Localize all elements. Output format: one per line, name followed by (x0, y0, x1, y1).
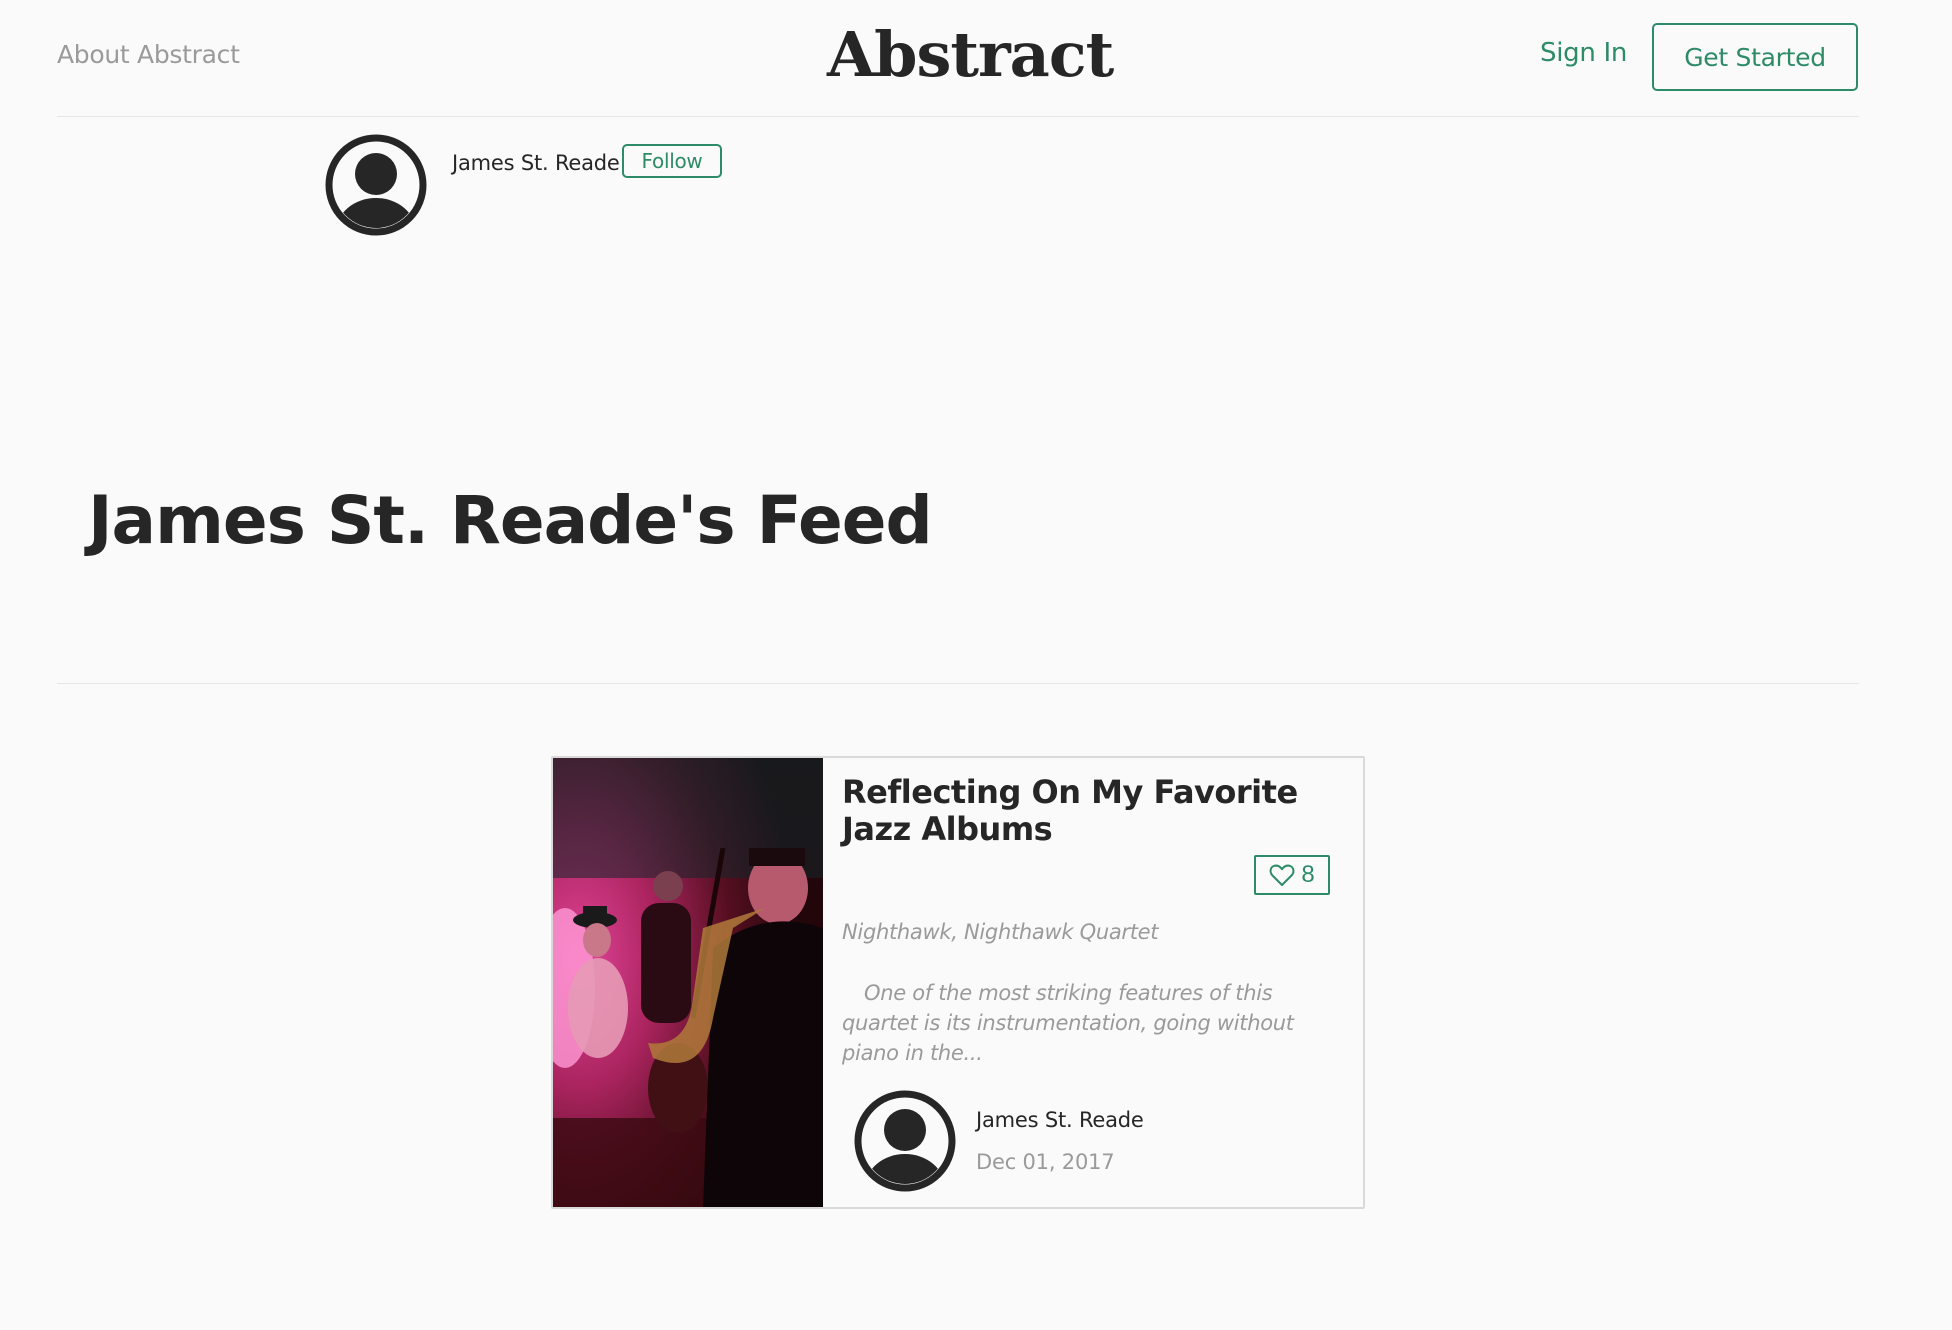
user-avatar-icon[interactable] (325, 134, 427, 236)
post-author-name[interactable]: James St. Reade (976, 1108, 1144, 1132)
post-title[interactable]: Reflecting On My Favorite Jazz Albums (842, 774, 1347, 848)
divider (57, 683, 1859, 684)
about-link[interactable]: About Abstract (57, 40, 240, 69)
user-avatar-icon[interactable] (854, 1090, 956, 1192)
page-title: James St. Reade's Feed (88, 482, 933, 559)
like-button[interactable]: 8 (1254, 855, 1330, 895)
heart-outline-icon (1269, 864, 1295, 886)
follow-button[interactable]: Follow (622, 144, 722, 178)
site-header: About Abstract Abstract Sign In Get Star… (57, 0, 1859, 117)
brand-logo[interactable]: Abstract (827, 18, 1114, 91)
post-source: Nighthawk, Nighthawk Quartet (842, 920, 1159, 944)
page: About Abstract Abstract Sign In Get Star… (0, 0, 1952, 1330)
author-name[interactable]: James St. Reade (452, 151, 620, 175)
post-thumbnail-image[interactable] (553, 758, 823, 1207)
like-count: 8 (1301, 861, 1315, 888)
sign-in-link[interactable]: Sign In (1540, 38, 1627, 68)
post-excerpt: One of the most striking features of thi… (842, 981, 1294, 1065)
get-started-button[interactable]: Get Started (1652, 23, 1858, 91)
post-card[interactable]: Reflecting On My Favorite Jazz Albums 8 … (551, 756, 1365, 1209)
post-date: Dec 01, 2017 (976, 1150, 1115, 1174)
